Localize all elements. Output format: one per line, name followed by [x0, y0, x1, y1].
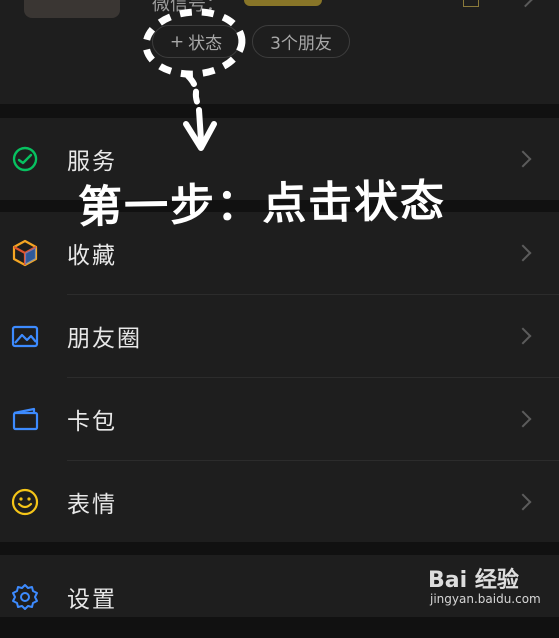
instruction-annotation: 第一步：点击状态: [77, 175, 447, 234]
baidu-watermark: Bai 经验 jingyan.baidu.com: [428, 562, 558, 612]
gear-icon: [12, 584, 38, 610]
menu-item-cards[interactable]: 卡包: [0, 378, 559, 460]
chevron-right-icon: [514, 410, 532, 428]
chevron-right-icon: [514, 150, 532, 168]
chevron-right-icon: [514, 244, 532, 262]
watermark-brand: Bai 经验: [428, 568, 519, 593]
friends-count-button[interactable]: 3个朋友: [252, 25, 350, 58]
services-icon: [12, 146, 38, 172]
chevron-right-icon[interactable]: [517, 0, 534, 8]
status-button-label: 状态: [188, 34, 223, 54]
menu-item-label: 表情: [67, 492, 117, 518]
picture-icon: [11, 325, 39, 348]
menu-item-label: 设置: [67, 587, 117, 613]
menu-item-label: 收藏: [67, 243, 117, 269]
friends-count-label: 3个朋友: [270, 34, 332, 54]
watermark-url: jingyan.baidu.com: [430, 592, 541, 606]
wechat-id-label: 微信号：: [152, 0, 224, 15]
cube-icon: [12, 239, 38, 267]
blurred-badge: [244, 0, 322, 6]
menu-item-label: 卡包: [67, 409, 117, 435]
menu-item-label: 朋友圈: [67, 326, 142, 352]
profile-header: 微信号： + 状态 3个朋友: [0, 0, 559, 104]
avatar[interactable]: [24, 0, 120, 18]
wallet-icon: [12, 407, 39, 431]
menu-item-moments[interactable]: 朋友圈: [0, 295, 559, 377]
status-button[interactable]: + 状态: [152, 25, 240, 58]
plus-icon: +: [169, 31, 185, 52]
qr-code-icon[interactable]: [463, 0, 479, 7]
chevron-right-icon: [514, 327, 532, 345]
chevron-right-icon: [514, 493, 532, 511]
menu-item-stickers[interactable]: 表情: [0, 461, 559, 543]
smiley-icon: [11, 488, 39, 516]
